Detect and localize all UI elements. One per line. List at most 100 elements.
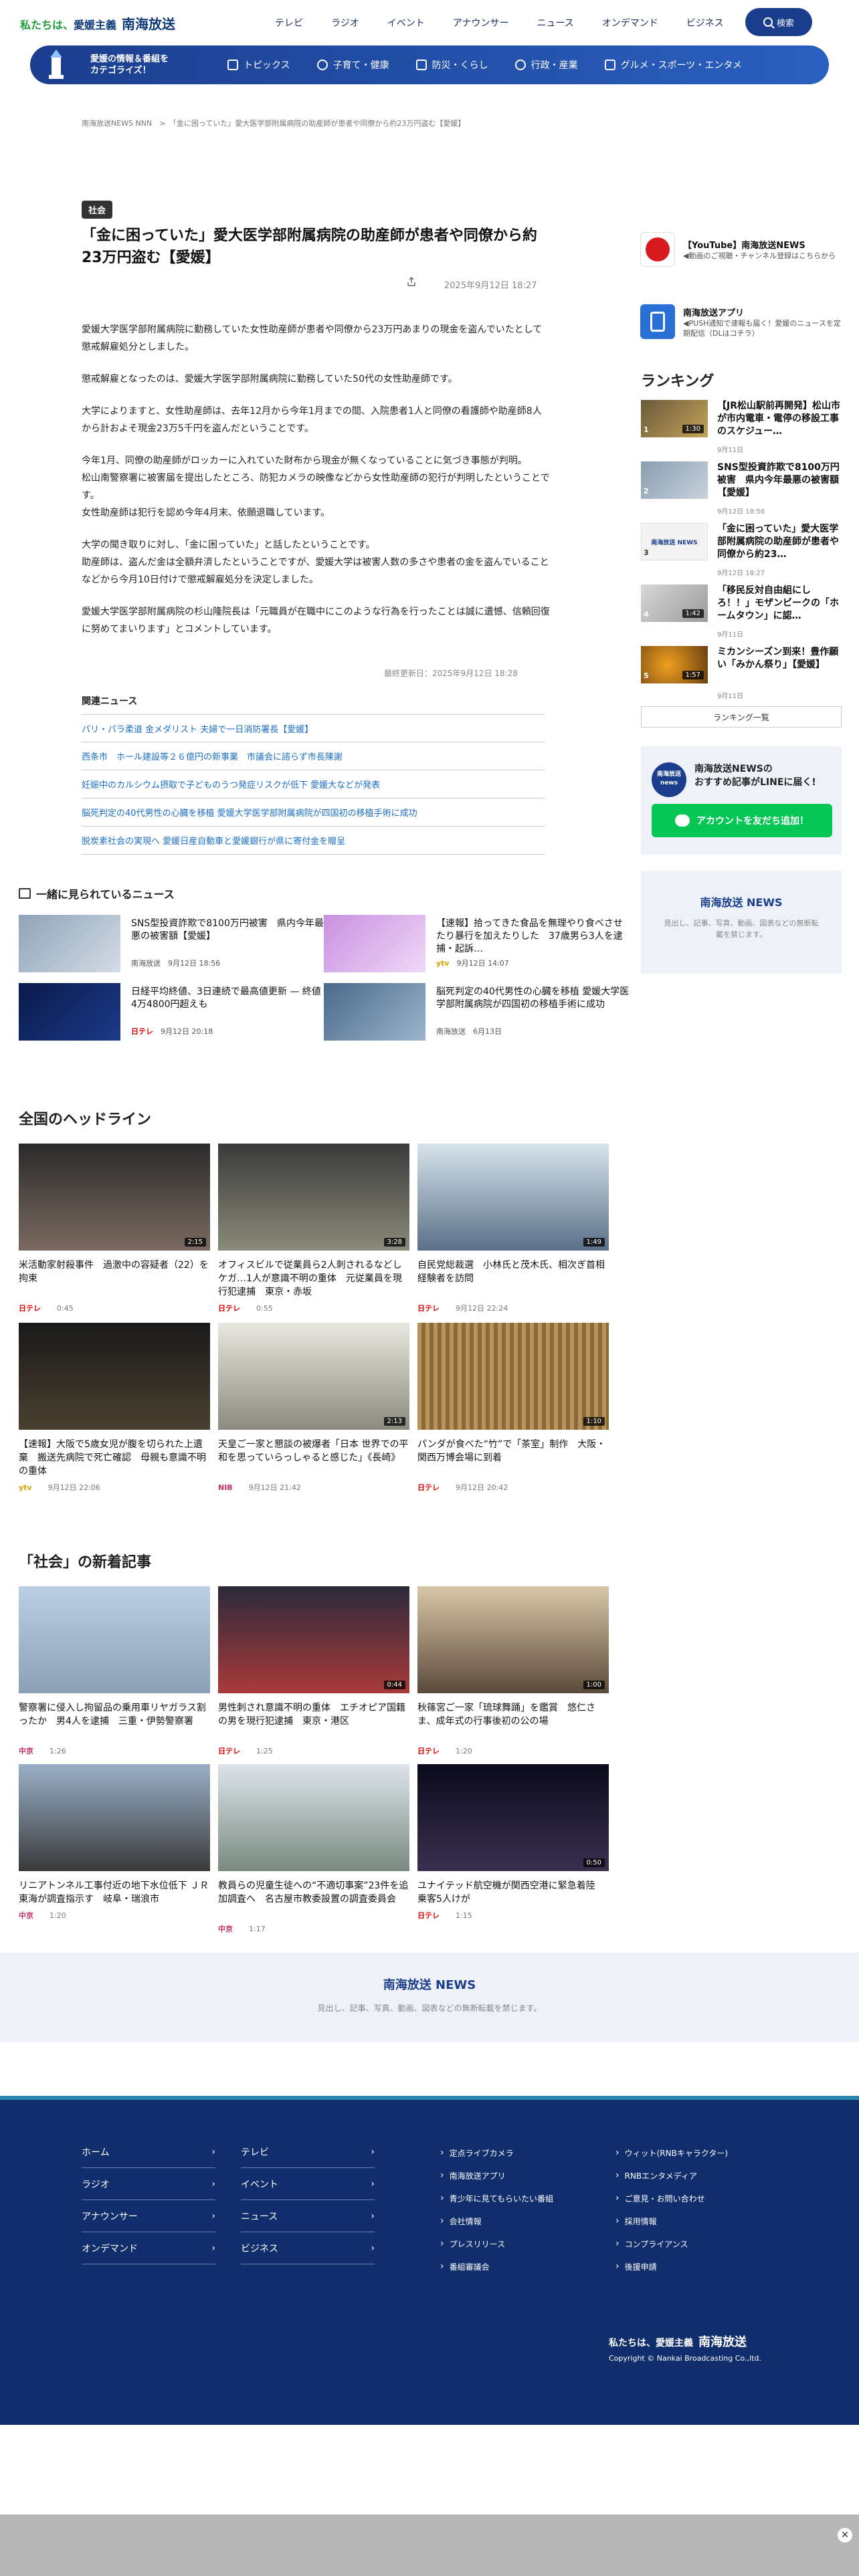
footer-sub-link[interactable]: コンプライアンス xyxy=(615,2232,769,2255)
footer-sub-link[interactable]: 後援申請 xyxy=(615,2255,769,2278)
ranking-item[interactable]: 南海放送 NEWS 3 「金に困っていた」愛大医学部附属病院の助産師が患者や同僚… xyxy=(641,523,842,582)
footer-sub-link[interactable]: 定点ライブカメラ xyxy=(440,2141,594,2164)
headline-card[interactable]: 2:13 天皇ご一家と懇談の被爆者「日本 世界での平和を思っていらっしゃると感じ… xyxy=(218,1323,409,1497)
footer-sub-link[interactable]: 採用情報 xyxy=(615,2210,769,2232)
headline-thumbnail: 2:15 xyxy=(19,1144,210,1251)
person-icon xyxy=(316,60,328,70)
nav-announcer[interactable]: アナウンサー xyxy=(439,16,523,29)
footer-link-label: ラジオ xyxy=(82,2179,110,2190)
search-button[interactable]: 検索 xyxy=(745,8,812,36)
related-heading: 関連ニュース xyxy=(82,696,138,707)
close-icon[interactable]: ✕ xyxy=(838,2528,852,2543)
ranking-thumbnail: 1:57 xyxy=(641,646,708,683)
society-source: 中京 1:26 xyxy=(19,1745,66,1756)
society-source: 日テレ 1:15 xyxy=(417,1910,472,1921)
nav-business[interactable]: ビジネス xyxy=(672,16,738,29)
rank-number: 5 xyxy=(644,671,649,680)
rank-number: 4 xyxy=(644,610,649,619)
society-card[interactable]: 警察署に侵入し拘留品の乗用車リヤガラス割ったか 男4人を逮捕 三重・伊勢警察署 … xyxy=(19,1586,210,1760)
ranking-more-button[interactable]: ランキング一覧 xyxy=(641,706,842,728)
footer-link[interactable]: オンデマンド › xyxy=(82,2232,215,2264)
footer-sub-link[interactable]: 番組審議会 xyxy=(440,2255,594,2278)
category-topics[interactable]: トピックス xyxy=(214,58,304,72)
category-nav: 愛媛の情報＆番組を カテゴライズ！ トピックス 子育て・健康 防災・くらし 行政… xyxy=(30,45,829,84)
headline-title: 【速報】大阪で5歳女児が腹を切られた上遺棄 搬送先病院で死亡確認 母親も意識不明… xyxy=(19,1439,206,1477)
footer-sub-link[interactable]: 青少年に見てもらいたい番組 xyxy=(440,2187,594,2210)
rank-number: 1 xyxy=(644,425,649,434)
footer-logo[interactable]: 私たちは、愛媛主義 南海放送 xyxy=(609,2333,747,2350)
footer-brand-prefix: 私たちは、愛媛主義 xyxy=(609,2338,693,2349)
society-card[interactable]: 0:44 男性刺され意識不明の重体 エチオピア国籍の男を現行犯逮捕 東京・港区 … xyxy=(218,1586,409,1760)
category-admin[interactable]: 行政・産業 xyxy=(502,58,591,72)
headline-card[interactable]: 1:10 パンダが食べた“竹”で「茶室」制作 大阪・関西万博会場に到着 日テレ 9… xyxy=(417,1323,609,1497)
society-card[interactable]: 1:00 秋篠宮ご一家「琉球舞踊」を鑑賞 悠仁さま、成年式の行事後初の公の場 日… xyxy=(417,1586,609,1760)
society-card[interactable]: リニアトンネル工事付近の地下水位低下 ＪＲ東海が調査指示す 岐阜・瑞浪市 中京 1… xyxy=(19,1764,210,1938)
footer-sub-link[interactable]: RNBエンタメディア xyxy=(615,2164,769,2187)
side-banner-desc: 見出し、記事、写真、動画、図表などの無断転載を禁じます。 xyxy=(664,919,819,939)
related-link[interactable]: 脳死判定の40代男性の心臓を移植 愛媛大学医学部附属病院が四国初の移植手術に成功 xyxy=(82,798,545,827)
shield-icon xyxy=(415,60,427,70)
ranking-item[interactable]: 2 SNS型投資詐欺で8100万円被害 県内今年最悪の被害額【愛媛】 9月12日… xyxy=(641,461,842,520)
related-link[interactable]: パリ・パラ柔道 金メダリスト 夫婦で一日消防署長【愛媛】 xyxy=(82,714,545,742)
footer-link[interactable]: ホーム › xyxy=(82,2136,215,2168)
related-link[interactable]: 脱炭素社会の実現へ 愛媛日産自動車と愛媛銀行が県に寄付金を贈呈 xyxy=(82,827,545,855)
video-duration: 0:44 xyxy=(383,1681,405,1689)
line-promo-text: 南海放送NEWSの おすすめ記事がLINEに届く! xyxy=(694,764,816,788)
nav-news[interactable]: ニュース xyxy=(522,16,587,29)
nav-radio[interactable]: ラジオ xyxy=(317,16,373,29)
share-icon[interactable] xyxy=(407,277,416,286)
watch-item[interactable]: 日経平均終値、3日連続で最高値更新 — 終値4万4800円超えも 日テレ 9月1… xyxy=(19,983,326,1041)
last-updated: 最終更新日：2025年9月12日 18:28 xyxy=(384,669,518,678)
footer-sub-link[interactable]: ウィット(RNBキャラクター) xyxy=(615,2141,769,2164)
search-label: 検索 xyxy=(776,18,794,29)
site-logo[interactable]: 私たちは、愛媛主義 南海放送 xyxy=(20,13,175,33)
category-badge[interactable]: 社会 xyxy=(82,201,113,219)
side-banner[interactable]: 南海放送 NEWS 見出し、記事、写真、動画、図表などの無断転載を禁じます。 xyxy=(641,871,842,974)
related-link[interactable]: 西条市 ホール建設等２６億円の新事業 市議会に諮らず市長陳謝 xyxy=(82,742,545,770)
society-card[interactable]: 0:50 ユナイテッド航空機が関西空港に緊急着陸 乗客5人けが 日テレ 1:15 xyxy=(417,1764,609,1938)
footer-link[interactable]: ビジネス › xyxy=(241,2232,375,2264)
nav-ondemand[interactable]: オンデマンド xyxy=(588,16,672,29)
footer-sub-link[interactable]: プレスリリース xyxy=(440,2232,594,2255)
article-paragraph: 懲戒解雇となったのは、愛媛大学医学部附属病院に勤務していた50代の女性助産師です… xyxy=(82,374,458,385)
watch-item[interactable]: 脳死判定の40代男性の心臓を移植 愛媛大学医学部附属病院が四国初の移植手術に成功… xyxy=(324,983,632,1041)
category-promo[interactable]: 愛媛の情報＆番組を カテゴライズ！ xyxy=(30,45,214,84)
category-childcare[interactable]: 子育て・健康 xyxy=(304,58,403,72)
footer-link[interactable]: ラジオ › xyxy=(82,2168,215,2200)
footer-sub-link[interactable]: ご意見・お問い合わせ xyxy=(615,2187,769,2210)
chevron-right-icon: › xyxy=(371,2146,375,2157)
video-duration: 0:50 xyxy=(583,1858,605,1867)
watch-item[interactable]: 【速報】拾ってきた食品を無理やり食べさせたり暴行を加えたりした 37歳男ら3人を… xyxy=(324,915,632,972)
rank-number: 2 xyxy=(644,487,649,496)
breadcrumb[interactable]: 南海放送NEWS NNN > 「金に困っていた」愛大医学部附属病院の助産師が患者… xyxy=(82,118,465,128)
footer-sub-link[interactable]: 南海放送アプリ xyxy=(440,2164,594,2187)
ranking-item[interactable]: 1:57 5 ミカンシーズン到来！豊作願い「みかん祭り」【愛媛】 9月11日 xyxy=(641,646,842,705)
nav-event[interactable]: イベント xyxy=(373,16,439,29)
footer-link[interactable]: イベント › xyxy=(241,2168,375,2200)
article-paragraph: 愛媛大学医学部附属病院の杉山隆院長は「元職員が在職中にこのような行為を行ったこと… xyxy=(82,607,550,635)
nav-tv[interactable]: テレビ xyxy=(261,16,317,29)
watch-item[interactable]: SNS型投資詐欺で8100万円被害 県内今年最悪の被害額【愛媛】 南海放送 9月… xyxy=(19,915,326,972)
footer-sub-link[interactable]: 会社情報 xyxy=(440,2210,594,2232)
related-link[interactable]: 妊娠中のカルシウム摂取で子どものうつ発症リスクが低下 愛媛大などが発表 xyxy=(82,770,545,798)
footer-link[interactable]: アナウンサー › xyxy=(82,2200,215,2232)
society-source: 日テレ 1:25 xyxy=(218,1745,273,1756)
line-add-friend-button[interactable]: アカウントを友だち追加！ xyxy=(652,804,832,837)
society-card[interactable]: 教員らの児童生徒への“不適切事案”23件を追加調査へ 名古屋市教委設置の調査委員… xyxy=(218,1764,409,1938)
footer-link[interactable]: テレビ › xyxy=(241,2136,375,2168)
headline-card[interactable]: 3:28 オフィスビルで従業員ら2人刺されるなどしケガ…1人が意識不明の重体 元… xyxy=(218,1144,409,1317)
app-card[interactable]: 南海放送アプリ ◀PUSH通知で速報も届く！愛媛のニュースを定期配信（DLはコチ… xyxy=(640,300,841,344)
ranking-item[interactable]: 1:30 1 【JR松山駅前再開発】松山市が市内電車・電停の移設工事のスケジュー… xyxy=(641,400,842,459)
fork-knife-icon xyxy=(604,60,615,70)
footer-link[interactable]: ニュース › xyxy=(241,2200,375,2232)
category-gourmet[interactable]: グルメ・スポーツ・エンタメ xyxy=(591,58,755,72)
ranking-item[interactable]: 1:42 4 「移民反対自由組にしろ！！」モザンビークの「ホームタウン」に認… … xyxy=(641,584,842,643)
headline-card[interactable]: 1:49 自民党総裁選 小林氏と茂木氏、相次ぎ首相経験者を訪問 日テレ 9月12日… xyxy=(417,1144,609,1317)
youtube-card[interactable]: 【YouTube】南海放送NEWS ◀動画のご視聴・チャンネル登録はこちらから xyxy=(640,227,841,272)
headline-source: NIB 9月12日 21:42 xyxy=(218,1482,301,1493)
headline-card[interactable]: 【速報】大阪で5歳女児が腹を切られた上遺棄 搬送先病院で死亡確認 母親も意識不明… xyxy=(19,1323,210,1497)
video-duration: 2:15 xyxy=(184,1238,206,1247)
headline-card[interactable]: 2:15 米活動家射殺事件 過激中の容疑者（22）を拘束 日テレ 0:45 xyxy=(19,1144,210,1317)
category-disaster[interactable]: 防災・くらし xyxy=(403,58,502,72)
footer-list-1: 定点ライブカメラ 南海放送アプリ 青少年に見てもらいたい番組 会社情報 プレスリ… xyxy=(440,2141,594,2278)
